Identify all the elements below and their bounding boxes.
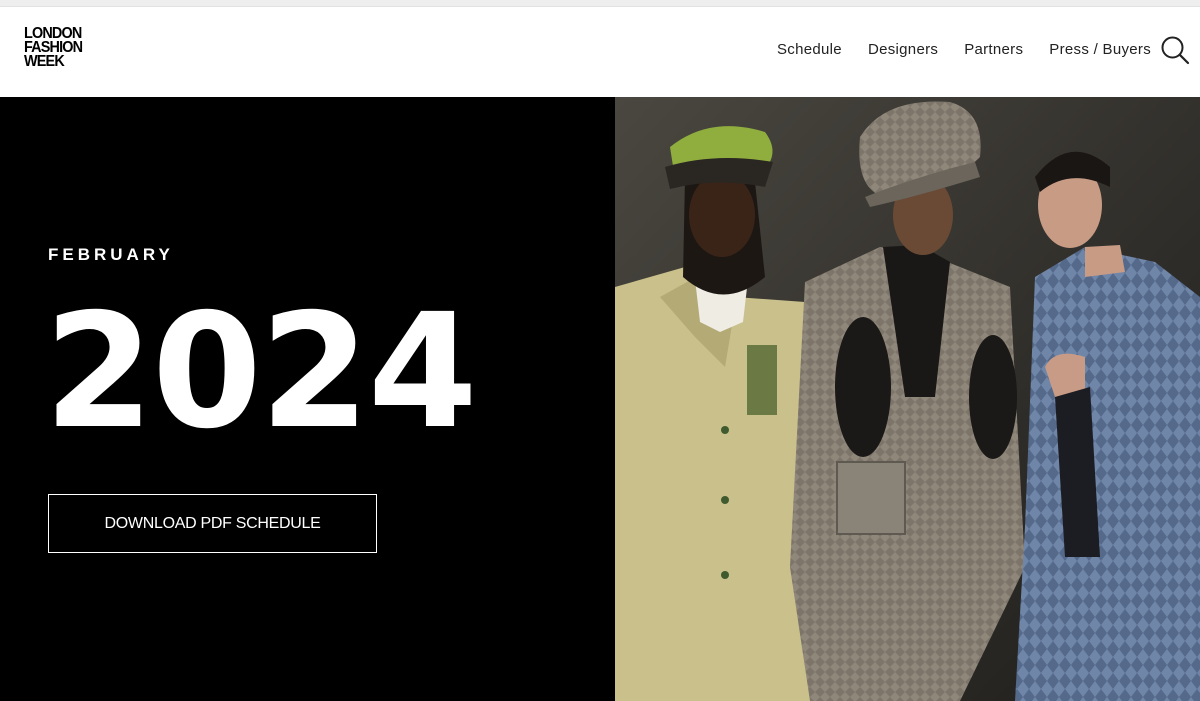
hero-month: FEBRUARY — [48, 245, 174, 264]
nav-designers[interactable]: Designers — [868, 41, 938, 58]
london-fashion-week-logo[interactable]: LONDON FASHION WEEK — [24, 26, 83, 70]
models-photo — [615, 97, 1200, 701]
nav-schedule[interactable]: Schedule — [777, 41, 842, 58]
hero-banner: FEBRUARY 2024 DOWNLOAD PDF SCHEDULE — [0, 97, 1200, 701]
nav-press-buyers[interactable]: Press / Buyers — [1049, 41, 1151, 58]
nav-partners[interactable]: Partners — [964, 41, 1023, 58]
hero-text-panel: FEBRUARY 2024 DOWNLOAD PDF SCHEDULE — [0, 97, 615, 701]
main-nav: Schedule Designers Partners Press / Buye… — [777, 41, 1151, 58]
logo-line-3: WEEK — [24, 53, 65, 70]
download-pdf-schedule-button[interactable]: DOWNLOAD PDF SCHEDULE — [48, 494, 377, 553]
browser-top-strip — [0, 0, 1200, 7]
search-icon[interactable] — [1160, 35, 1190, 65]
hero-year: 2024 — [44, 280, 478, 464]
site-header: LONDON FASHION WEEK Schedule Designers P… — [0, 7, 1200, 97]
